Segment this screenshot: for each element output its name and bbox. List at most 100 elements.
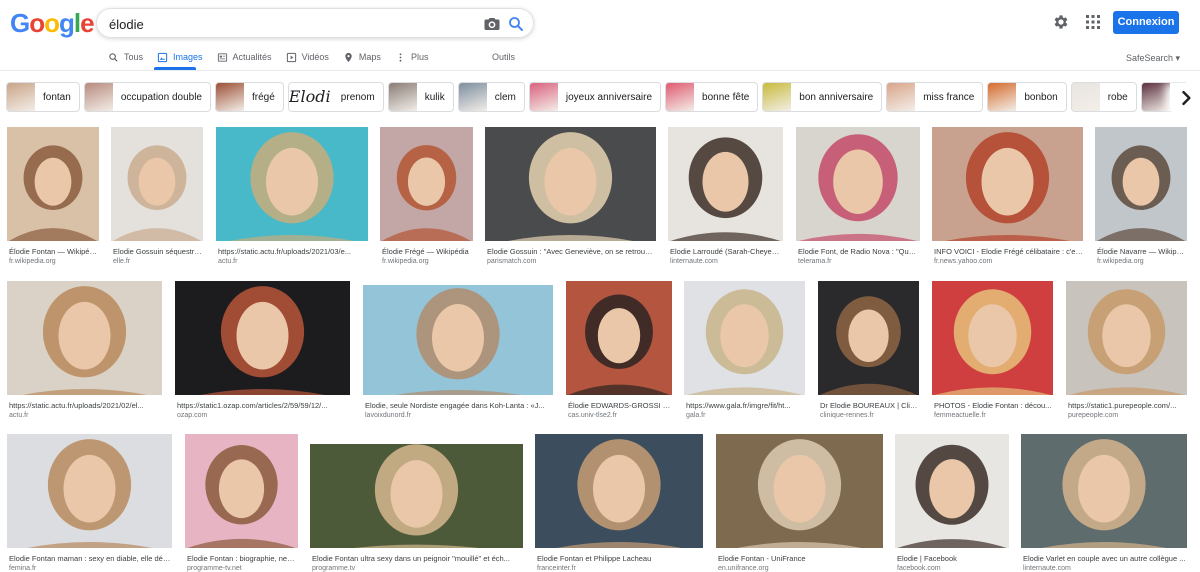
- result-title[interactable]: Elodie Fontan maman : sexy en diable, el…: [9, 554, 172, 563]
- image-result[interactable]: Elodie Fontan - UniFrance en.unifrance.or…: [716, 434, 883, 572]
- result-title[interactable]: Elodie Varlet en couple avec un autre co…: [1023, 554, 1187, 563]
- result-title[interactable]: INFO VOICI - Elodie Frégé célibataire : …: [934, 247, 1083, 256]
- result-title[interactable]: Élodie Frégé — Wikipédia: [382, 247, 473, 256]
- result-title[interactable]: Elodie Font, de Radio Nova : "Quand ...: [798, 247, 920, 256]
- chip-11[interactable]: bonbon: [987, 82, 1067, 112]
- image-result[interactable]: PHOTOS - Elodie Fontan : décou... femmeac…: [932, 281, 1053, 423]
- image-result[interactable]: Elodie Fontan : biographie, news, ... pro…: [185, 434, 298, 572]
- tab-maps[interactable]: Maps: [343, 48, 381, 66]
- image-result[interactable]: https://static.actu.fr/uploads/2021/03/e…: [216, 127, 368, 269]
- result-title[interactable]: Dr Elodie BOUREAUX | Clinique ...: [820, 401, 919, 410]
- image-result[interactable]: Elodie Fontan maman : sexy en diable, el…: [7, 434, 172, 572]
- image-result[interactable]: https://www.gala.fr/imgre/fit/ht... gala.…: [684, 281, 805, 423]
- apps-grid-icon[interactable]: [1085, 14, 1101, 30]
- chip-4[interactable]: Elodi prenom: [287, 82, 384, 112]
- result-thumbnail[interactable]: [7, 281, 162, 395]
- chip-10[interactable]: miss france: [886, 82, 984, 112]
- result-thumbnail[interactable]: [310, 444, 523, 548]
- image-result[interactable]: Elodie Fontan et Philippe Lacheau francei…: [535, 434, 703, 572]
- tab-images[interactable]: Images: [157, 48, 203, 66]
- result-thumbnail[interactable]: [185, 434, 298, 548]
- search-input[interactable]: [109, 15, 469, 33]
- result-title[interactable]: https://static.actu.fr/uploads/2021/02/e…: [9, 401, 162, 410]
- image-result[interactable]: Elodie Varlet en couple avec un autre co…: [1021, 434, 1187, 572]
- result-title[interactable]: https://www.gala.fr/imgre/fit/ht...: [686, 401, 805, 410]
- tab-videos[interactable]: Vidéos: [286, 48, 329, 66]
- tab-more[interactable]: Plus: [395, 48, 428, 66]
- result-thumbnail[interactable]: [111, 127, 203, 241]
- result-thumbnail[interactable]: [380, 127, 473, 241]
- result-title[interactable]: https://static.actu.fr/uploads/2021/03/e…: [218, 247, 368, 256]
- chip-6[interactable]: clem: [457, 82, 525, 112]
- image-result[interactable]: Elodie Larroudé (Sarah-Cheyenne ... linte…: [668, 127, 783, 269]
- result-thumbnail[interactable]: [1066, 281, 1187, 395]
- safesearch-menu[interactable]: SafeSearch ▾: [1126, 53, 1180, 64]
- result-title[interactable]: Elodie Gossuin séquestrée ...: [113, 247, 203, 256]
- result-thumbnail[interactable]: [535, 434, 703, 548]
- image-result[interactable]: Élodie Navarre — Wikipédia fr.wikipedia.o…: [1095, 127, 1187, 269]
- result-title[interactable]: Elodie Gossuin : "Avec Geneviève, on se …: [487, 247, 656, 256]
- chips-next-button[interactable]: [1172, 84, 1200, 112]
- result-thumbnail[interactable]: [716, 434, 883, 548]
- image-result[interactable]: Elodie Gossuin : "Avec Geneviève, on se …: [485, 127, 656, 269]
- image-result[interactable]: Élodie Fontan — Wikipédia fr.wikipedia.or…: [7, 127, 99, 269]
- result-title[interactable]: https://static1.ozap.com/articles/2/59/5…: [177, 401, 350, 410]
- result-title[interactable]: Elodie | Facebook: [897, 554, 1009, 563]
- result-title[interactable]: Elodie Fontan - UniFrance: [718, 554, 883, 563]
- chip-8[interactable]: bonne fête: [665, 82, 759, 112]
- result-title[interactable]: Élodie EDWARDS-GROSSI - ...: [568, 401, 672, 410]
- image-result[interactable]: INFO VOICI - Elodie Frégé célibataire : …: [932, 127, 1083, 269]
- settings-gear-icon[interactable]: [1052, 13, 1070, 31]
- result-thumbnail[interactable]: [895, 434, 1009, 548]
- chip-5[interactable]: kulik: [387, 82, 454, 112]
- chip-2[interactable]: occupation double: [83, 82, 211, 112]
- image-result[interactable]: Elodie Fontan ultra sexy dans un peignoi…: [310, 444, 523, 572]
- result-thumbnail[interactable]: [175, 281, 350, 395]
- tab-all[interactable]: Tous: [108, 48, 143, 66]
- image-result[interactable]: Elodie Gossuin séquestrée ... elle.fr: [111, 127, 203, 269]
- result-title[interactable]: Élodie Navarre — Wikipédia: [1097, 247, 1187, 256]
- chip-12[interactable]: robe: [1070, 82, 1137, 112]
- image-result[interactable]: https://static.actu.fr/uploads/2021/02/e…: [7, 281, 162, 423]
- result-title[interactable]: Élodie Fontan — Wikipédia: [9, 247, 99, 256]
- google-logo[interactable]: Google: [10, 10, 95, 36]
- image-result[interactable]: Élodie Frégé — Wikipédia fr.wikipedia.org: [380, 127, 473, 269]
- result-thumbnail[interactable]: [684, 281, 805, 395]
- image-result[interactable]: https://static1.purepeople.com/... purepe…: [1066, 281, 1187, 423]
- result-thumbnail[interactable]: [1021, 434, 1187, 548]
- image-result[interactable]: Élodie EDWARDS-GROSSI - ... cas.univ-tlse…: [566, 281, 672, 423]
- image-result[interactable]: Elodie | Facebook facebook.com: [895, 434, 1009, 572]
- chip-3[interactable]: frégé: [215, 82, 284, 112]
- image-result[interactable]: https://static1.ozap.com/articles/2/59/5…: [175, 281, 350, 423]
- result-thumbnail[interactable]: [1095, 127, 1187, 241]
- result-title[interactable]: Elodie Fontan ultra sexy dans un peignoi…: [312, 554, 523, 563]
- result-title[interactable]: Elodie Larroudé (Sarah-Cheyenne ...: [670, 247, 783, 256]
- result-thumbnail[interactable]: [485, 127, 656, 241]
- image-result[interactable]: Elodie Font, de Radio Nova : "Quand ... t…: [796, 127, 920, 269]
- result-title[interactable]: Elodie Fontan et Philippe Lacheau: [537, 554, 703, 563]
- result-title[interactable]: https://static1.purepeople.com/...: [1068, 401, 1187, 410]
- image-result[interactable]: Dr Elodie BOUREAUX | Clinique ... cliniqu…: [818, 281, 919, 423]
- search-box[interactable]: [96, 8, 534, 38]
- tools-button[interactable]: Outils: [492, 52, 515, 62]
- tab-news[interactable]: Actualités: [217, 48, 272, 66]
- result-thumbnail[interactable]: [932, 281, 1053, 395]
- result-thumbnail[interactable]: [566, 281, 672, 395]
- signin-button[interactable]: Connexion: [1113, 11, 1179, 34]
- chip-9[interactable]: bon anniversaire: [762, 82, 883, 112]
- image-result[interactable]: Elodie, seule Nordiste engagée dans Koh-…: [363, 285, 553, 423]
- result-thumbnail[interactable]: [7, 434, 172, 548]
- chip-1[interactable]: fontan: [6, 82, 80, 112]
- result-thumbnail[interactable]: [216, 127, 368, 241]
- result-thumbnail[interactable]: [932, 127, 1083, 241]
- chip-7[interactable]: joyeux anniversaire: [528, 82, 662, 112]
- result-thumbnail[interactable]: [7, 127, 99, 241]
- result-thumbnail[interactable]: [796, 127, 920, 241]
- search-icon[interactable]: [507, 15, 525, 33]
- result-thumbnail[interactable]: [818, 281, 919, 395]
- result-title[interactable]: Elodie Fontan : biographie, news, ...: [187, 554, 298, 563]
- result-thumbnail[interactable]: [363, 285, 553, 395]
- result-thumbnail[interactable]: [668, 127, 783, 241]
- camera-icon[interactable]: [483, 15, 501, 33]
- result-title[interactable]: Elodie, seule Nordiste engagée dans Koh-…: [365, 401, 553, 410]
